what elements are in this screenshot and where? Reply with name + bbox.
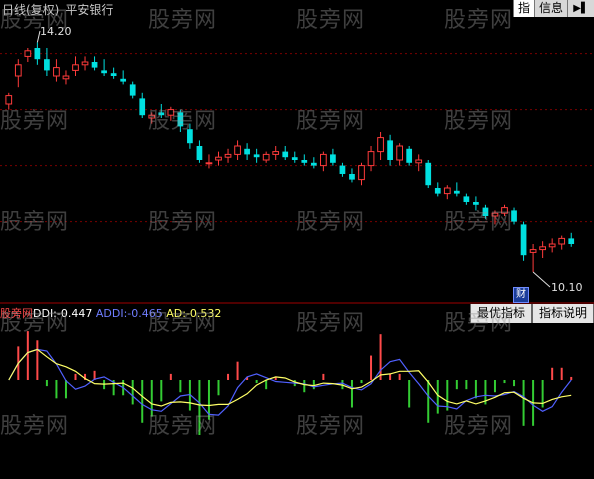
watermark: 股旁网 bbox=[0, 311, 70, 336]
candle-body bbox=[339, 165, 346, 174]
candle-body bbox=[434, 188, 441, 194]
watermark: 股旁网 bbox=[296, 414, 366, 439]
candle-body bbox=[196, 146, 203, 160]
candle-body bbox=[262, 153, 270, 161]
watermark: 股旁网 bbox=[148, 414, 218, 439]
candle-body bbox=[205, 162, 213, 165]
watermark: 股旁网 bbox=[444, 414, 514, 439]
candle-body bbox=[24, 50, 32, 57]
watermark: 股旁网 bbox=[444, 8, 514, 33]
candle-body bbox=[349, 174, 355, 180]
candle-body bbox=[101, 70, 107, 74]
candle-body bbox=[548, 243, 556, 248]
watermark: 股旁网 bbox=[296, 8, 366, 33]
candle-body bbox=[62, 75, 70, 80]
ad-line bbox=[8, 348, 572, 407]
watermark: 股旁网 bbox=[296, 210, 366, 235]
candle-body bbox=[91, 62, 98, 68]
candle-body bbox=[558, 237, 566, 245]
indicator-help-button[interactable]: 指标说明 bbox=[531, 304, 594, 323]
candle-body bbox=[253, 154, 260, 158]
candle-body bbox=[330, 154, 336, 163]
candle-body bbox=[443, 187, 451, 195]
candle-body bbox=[453, 190, 460, 194]
candle-body bbox=[425, 162, 432, 186]
candle-body bbox=[358, 165, 365, 181]
candle-body bbox=[34, 48, 41, 60]
candle-body bbox=[215, 156, 222, 161]
finance-badge[interactable]: 财 bbox=[513, 287, 529, 303]
candle-body bbox=[272, 151, 280, 155]
candle-body bbox=[139, 98, 146, 116]
watermark: 股旁网 bbox=[148, 8, 218, 33]
candle-body bbox=[568, 238, 575, 244]
candle-body bbox=[244, 148, 250, 155]
watermark: 股旁网 bbox=[444, 311, 514, 336]
candle-body bbox=[377, 137, 384, 153]
candle-body bbox=[291, 157, 298, 160]
low-leader bbox=[532, 271, 551, 288]
candle-body bbox=[396, 145, 403, 161]
candle-body bbox=[120, 78, 127, 82]
watermark: 股旁网 bbox=[0, 210, 70, 235]
candle-body bbox=[301, 160, 308, 163]
price-gridlines bbox=[0, 53, 594, 223]
candle-body bbox=[367, 151, 375, 167]
addi-label: ADDI: bbox=[95, 307, 128, 320]
candle-body bbox=[539, 246, 546, 251]
watermark: 股旁网 bbox=[0, 414, 70, 439]
candle-body bbox=[53, 67, 60, 77]
candle-body bbox=[110, 73, 117, 76]
candle-body bbox=[72, 64, 79, 71]
candle-body bbox=[387, 140, 393, 160]
candle-body bbox=[406, 148, 413, 163]
candle-body bbox=[224, 153, 232, 158]
indicator-lines bbox=[8, 348, 572, 416]
candle-body bbox=[129, 84, 136, 96]
candle-body bbox=[320, 153, 327, 167]
candle-body bbox=[463, 196, 470, 202]
low-price-label: 10.10 bbox=[551, 281, 583, 294]
watermark: 股旁网 bbox=[444, 210, 514, 235]
candle-body bbox=[529, 249, 537, 253]
watermark: 股旁网 bbox=[296, 311, 366, 336]
watermark: 股旁网 bbox=[148, 311, 218, 336]
watermark: 股旁网 bbox=[148, 109, 218, 134]
candle-body bbox=[520, 224, 527, 256]
watermark: 股旁网 bbox=[0, 8, 70, 33]
candle-body bbox=[44, 59, 50, 71]
watermark: 股旁网 bbox=[296, 109, 366, 134]
candles bbox=[5, 42, 575, 272]
watermark: 股旁网 bbox=[0, 109, 70, 134]
candle-body bbox=[234, 145, 241, 155]
candle-body bbox=[81, 61, 89, 66]
candle-body bbox=[415, 159, 423, 164]
candle-body bbox=[282, 151, 289, 158]
candle-body bbox=[310, 162, 317, 166]
watermark: 股旁网 bbox=[444, 109, 514, 134]
watermark: 股旁网 bbox=[148, 210, 218, 235]
candle-body bbox=[14, 64, 22, 77]
